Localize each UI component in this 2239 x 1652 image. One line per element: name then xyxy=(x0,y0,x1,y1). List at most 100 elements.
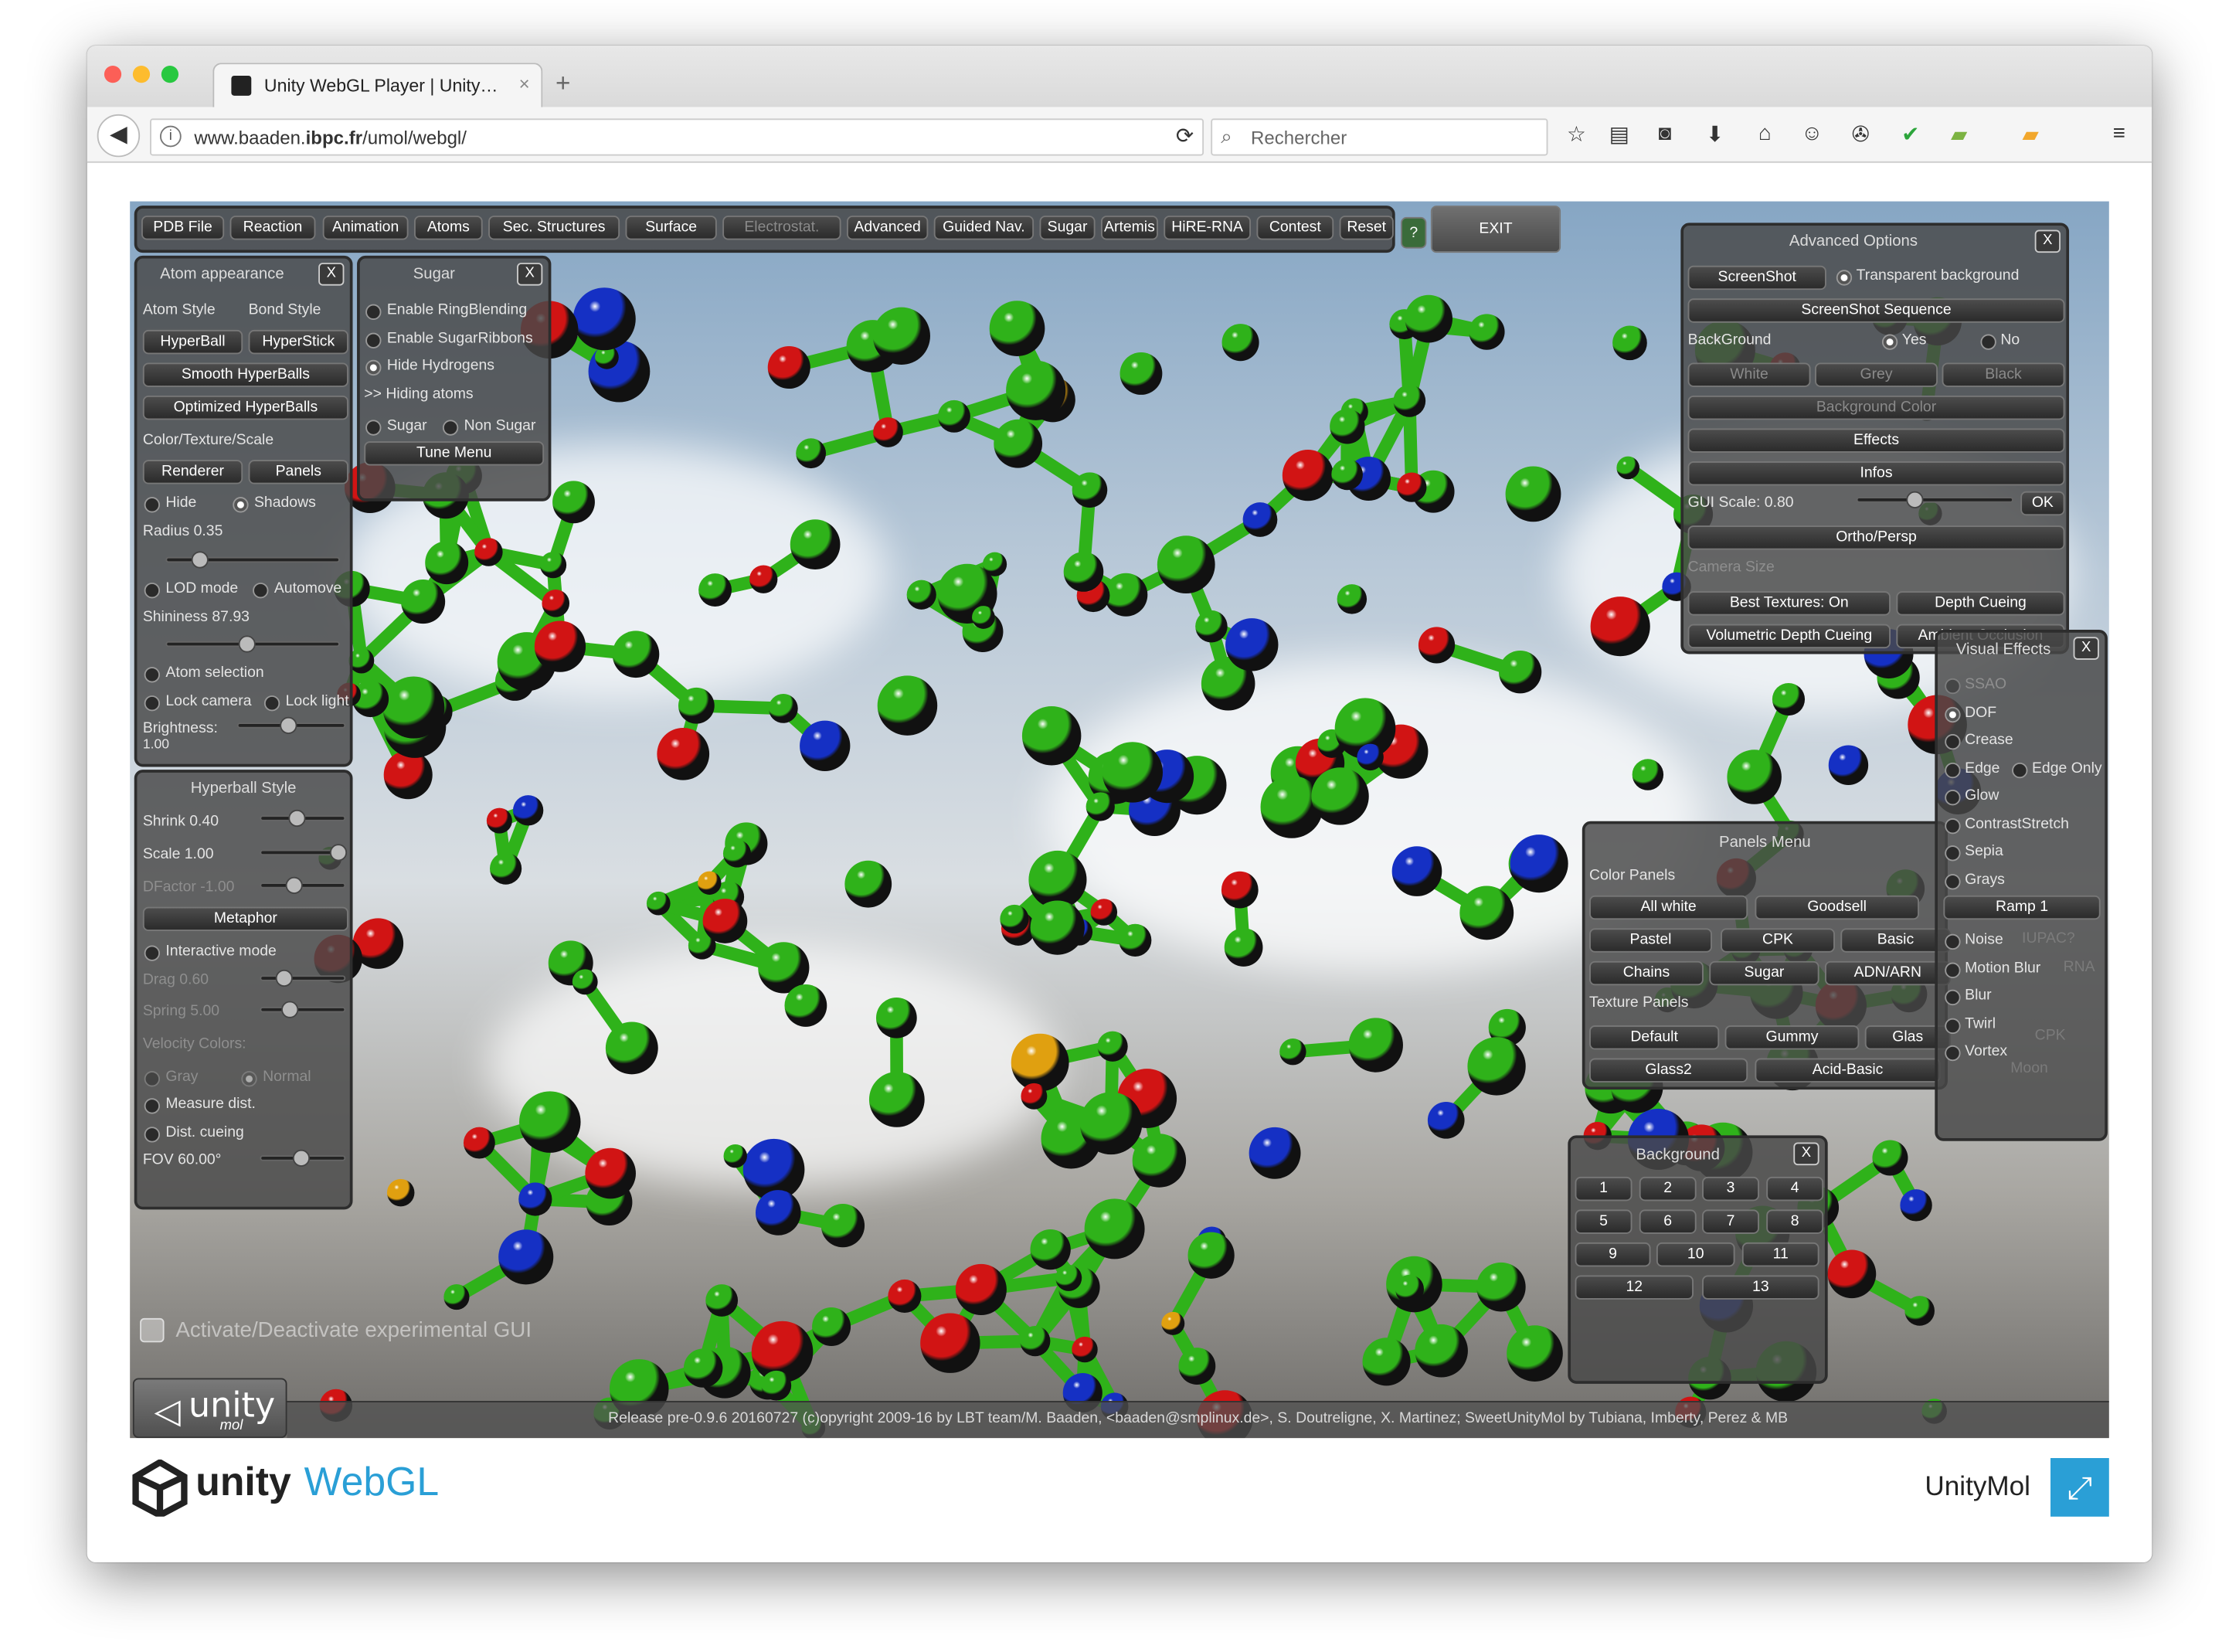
panels-button[interactable]: Panels xyxy=(249,460,348,484)
all-white-button[interactable]: All white xyxy=(1589,896,1748,919)
pocket-icon[interactable]: ◙ xyxy=(1650,121,1681,145)
gray-toggle[interactable] xyxy=(144,1071,160,1086)
screenshot-button[interactable]: ScreenShot xyxy=(1688,266,1826,290)
shrink-slider[interactable] xyxy=(260,815,345,821)
non-sugar-toggle[interactable] xyxy=(443,420,458,435)
home-icon[interactable]: ⌂ xyxy=(1749,121,1781,145)
visual-effect-toggle[interactable] xyxy=(1945,874,1960,889)
visual-effect-toggle[interactable] xyxy=(1945,707,1960,722)
menu-sugar-button[interactable]: Sugar xyxy=(1039,216,1095,240)
menu-hire-rna-button[interactable]: HiRE-RNA xyxy=(1164,216,1251,240)
edge-only-toggle[interactable] xyxy=(2012,763,2027,778)
tab-close-icon[interactable]: × xyxy=(519,73,530,94)
menu-reset-button[interactable]: Reset xyxy=(1340,216,1394,240)
chat-icon[interactable]: ☺ xyxy=(1796,121,1828,145)
gui-scale-slider[interactable] xyxy=(1857,497,2013,502)
slider-knob[interactable] xyxy=(276,970,293,987)
scale-slider[interactable] xyxy=(260,850,345,855)
url-bar[interactable]: i www.baaden.ibpc.fr/umol/webgl/ ⟳ xyxy=(150,118,1204,155)
new-tab-icon[interactable]: + xyxy=(556,69,570,99)
green-extension-icon[interactable]: ▰ xyxy=(1943,121,1975,147)
grey-button[interactable]: Grey xyxy=(1815,362,1938,386)
menu-pdb-file-button[interactable]: PDB File xyxy=(141,216,224,240)
hyperstick-button[interactable]: HyperStick xyxy=(249,330,348,354)
transparent-background-toggle[interactable] xyxy=(1836,270,1852,285)
gummy-button[interactable]: Gummy xyxy=(1725,1025,1860,1049)
slider-knob[interactable] xyxy=(286,877,303,894)
browser-tab[interactable]: Unity WebGL Player | Unity… × xyxy=(212,63,542,108)
effects-button[interactable]: Effects xyxy=(1688,428,2065,452)
sugar-toggle[interactable] xyxy=(365,420,381,435)
close-icon[interactable]: X xyxy=(1793,1143,1819,1166)
ortho-persp-button[interactable]: Ortho/Persp xyxy=(1688,525,2065,549)
reload-icon[interactable]: ⟳ xyxy=(1176,123,1194,148)
menu-animation-button[interactable]: Animation xyxy=(323,216,409,240)
tune-menu-button[interactable]: Tune Menu xyxy=(364,441,544,465)
background-10-button[interactable]: 10 xyxy=(1656,1242,1735,1266)
reading-list-icon[interactable]: ▤ xyxy=(1604,121,1636,147)
slider-knob[interactable] xyxy=(1906,491,1923,508)
background-13-button[interactable]: 13 xyxy=(1702,1275,1819,1299)
automove-toggle[interactable] xyxy=(253,583,268,598)
visual-effect-toggle[interactable] xyxy=(1945,818,1960,834)
hamburger-menu-icon[interactable]: ≡ xyxy=(2103,121,2135,145)
menu-advanced-button[interactable]: Advanced xyxy=(847,216,928,240)
adn-arn-button[interactable]: ADN/ARN xyxy=(1825,961,1951,985)
background-8-button[interactable]: 8 xyxy=(1766,1209,1823,1233)
visual-effect-toggle[interactable] xyxy=(1945,845,1960,861)
background-11-button[interactable]: 11 xyxy=(1742,1242,1819,1266)
default-button[interactable]: Default xyxy=(1589,1025,1719,1049)
ring-blending-toggle[interactable] xyxy=(365,304,381,320)
background-1-button[interactable]: 1 xyxy=(1575,1177,1633,1201)
orange-extension-icon[interactable]: ▰ xyxy=(2015,121,2047,147)
visual-effect-toggle[interactable] xyxy=(1945,790,1960,805)
minimize-window-icon[interactable] xyxy=(133,66,150,83)
close-icon[interactable]: X xyxy=(2035,230,2061,253)
lock-camera-toggle[interactable] xyxy=(144,695,160,711)
background-yes-toggle[interactable] xyxy=(1882,334,1898,349)
slider-knob[interactable] xyxy=(288,810,305,827)
background-7-button[interactable]: 7 xyxy=(1702,1209,1759,1233)
search-bar[interactable]: ⌕ Rechercher xyxy=(1211,118,1548,155)
hide-toggle[interactable] xyxy=(144,497,160,512)
visual-effect-toggle[interactable] xyxy=(1945,1045,1960,1061)
goodsell-button[interactable]: Goodsell xyxy=(1755,896,1919,919)
depth-cueing-button[interactable]: Depth Cueing xyxy=(1896,591,2064,615)
spring-slider[interactable] xyxy=(260,1007,345,1012)
shadows-toggle[interactable] xyxy=(233,497,248,512)
visual-effect-toggle[interactable] xyxy=(1945,734,1960,750)
shininess-slider[interactable] xyxy=(165,641,339,647)
dist-cueing-toggle[interactable] xyxy=(144,1127,160,1142)
atom-selection-toggle[interactable] xyxy=(144,667,160,682)
menu-surface-button[interactable]: Surface xyxy=(626,216,717,240)
slider-knob[interactable] xyxy=(192,551,209,568)
visual-effect-toggle[interactable] xyxy=(1945,934,1960,950)
menu-sec-structures-button[interactable]: Sec. Structures xyxy=(488,216,620,240)
smooth-hyperballs-button[interactable]: Smooth HyperBalls xyxy=(143,362,348,386)
optimized-hyperballs-button[interactable]: Optimized HyperBalls xyxy=(143,396,348,420)
chains-button[interactable]: Chains xyxy=(1589,961,1704,985)
background-9-button[interactable]: 9 xyxy=(1575,1242,1651,1266)
metaphor-button[interactable]: Metaphor xyxy=(143,907,348,931)
ok-button[interactable]: OK xyxy=(2020,491,2064,515)
basic-button[interactable]: Basic xyxy=(1840,928,1950,952)
screenshot-sequence-button[interactable]: ScreenShot Sequence xyxy=(1688,298,2065,322)
infos-button[interactable]: Infos xyxy=(1688,461,2065,485)
background-6-button[interactable]: 6 xyxy=(1639,1209,1697,1233)
menu-atoms-button[interactable]: Atoms xyxy=(414,216,483,240)
interactive-mode-toggle[interactable] xyxy=(144,946,160,961)
slider-knob[interactable] xyxy=(281,1001,298,1018)
background-4-button[interactable]: 4 xyxy=(1766,1177,1823,1201)
radius-slider[interactable] xyxy=(165,557,339,563)
black-button[interactable]: Black xyxy=(1942,362,2065,386)
volumetric-depth-cueing-button[interactable]: Volumetric Depth Cueing xyxy=(1688,624,1891,648)
bookmark-star-icon[interactable]: ☆ xyxy=(1561,121,1592,147)
unity-canvas[interactable]: ? EXIT Atom appearance X Atom Style Bond… xyxy=(130,202,2109,1439)
menu-guided-nav-button[interactable]: Guided Nav. xyxy=(934,216,1034,240)
slider-knob[interactable] xyxy=(293,1150,310,1167)
menu-artemis-button[interactable]: Artemis xyxy=(1101,216,1158,240)
background-12-button[interactable]: 12 xyxy=(1575,1275,1694,1299)
unitymol-logo-button[interactable]: ◁ unity mol xyxy=(133,1378,287,1439)
fullscreen-button[interactable]: ⤢ xyxy=(2050,1458,2109,1517)
maximize-window-icon[interactable] xyxy=(161,66,178,83)
